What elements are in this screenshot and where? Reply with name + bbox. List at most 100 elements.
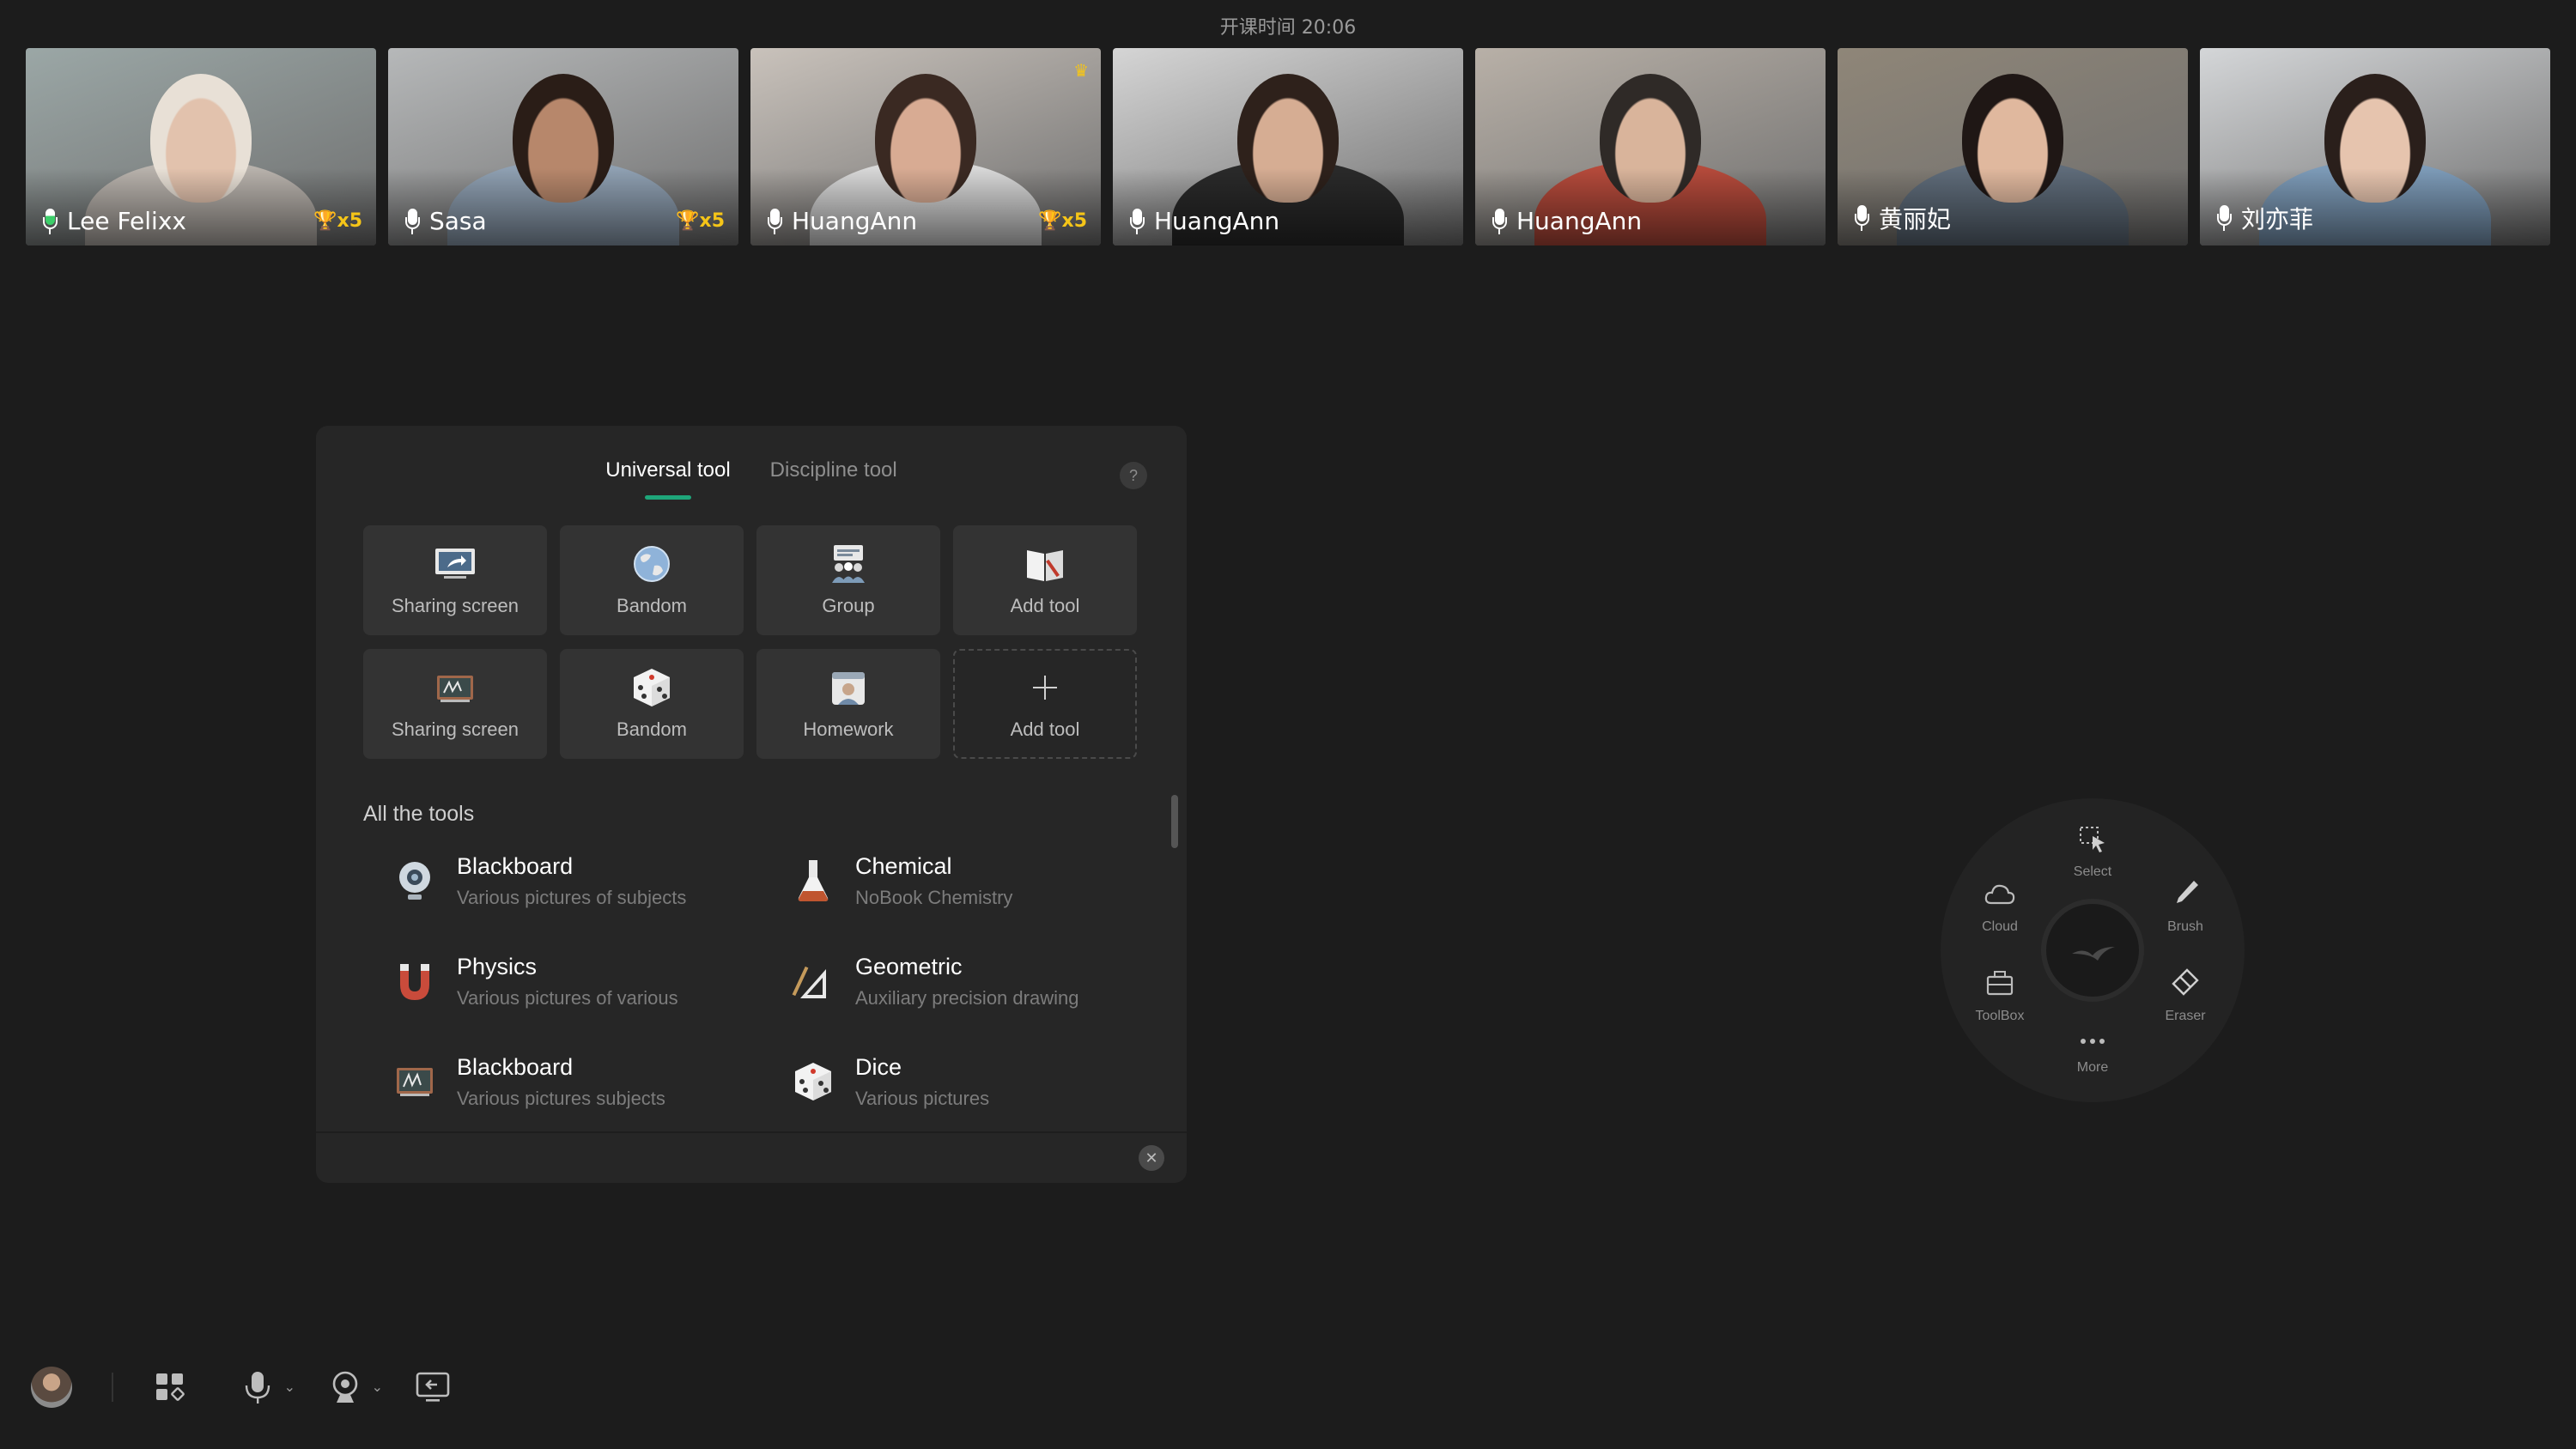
help-button[interactable]: ? xyxy=(1120,462,1147,489)
tool-title: Blackboard xyxy=(457,853,574,879)
more-label: More xyxy=(2076,1060,2109,1075)
participant-tile[interactable]: HuangAnn xyxy=(1113,48,1463,246)
tool-card-group[interactable]: Group xyxy=(756,525,940,635)
participant-tile[interactable]: 黄丽妃 xyxy=(1838,48,2188,246)
microphone-icon xyxy=(766,208,783,234)
geometry-icon xyxy=(792,966,826,998)
tool-card-homework[interactable]: Homework xyxy=(756,649,940,759)
chevron-down-icon[interactable]: ⌄ xyxy=(372,1379,383,1396)
swallow-logo-icon xyxy=(2072,947,2115,961)
tab-universal-tool[interactable]: Universal tool xyxy=(605,458,731,500)
participant-name-label: Lee Felixx xyxy=(67,207,186,235)
participant-tile[interactable]: HuangAnn xyxy=(1475,48,1826,246)
toolbar-divider xyxy=(112,1373,113,1402)
magnet-icon xyxy=(400,964,429,1000)
participant-name: 刘亦菲 xyxy=(2215,201,2313,235)
share-screen-button[interactable] xyxy=(414,1368,452,1406)
participant-name: Lee Felixx xyxy=(41,207,186,235)
scrollbar-thumb[interactable] xyxy=(1171,795,1178,848)
tool-subtitle: Auxiliary precision drawing xyxy=(855,987,1079,1009)
tool-item-blackboard[interactable]: Blackboard Various pictures of subjects xyxy=(393,853,792,954)
select-tool[interactable]: Select xyxy=(2054,822,2131,880)
microphone-icon xyxy=(2215,205,2233,231)
microphone-icon xyxy=(41,208,58,234)
card-label: Bandom xyxy=(617,595,687,616)
card-label: Bandom xyxy=(617,718,687,740)
dice-icon xyxy=(634,669,670,706)
camera-icon xyxy=(399,862,430,900)
toolbox-label: ToolBox xyxy=(1975,1009,2025,1023)
select-label: Select xyxy=(2073,864,2112,879)
bottom-toolbar: ⌄ ⌄ xyxy=(31,1367,501,1408)
tool-grid: Sharing screen Bandom Group Add tool Sha… xyxy=(363,525,1137,759)
camera-button[interactable]: ⌄ xyxy=(326,1368,383,1406)
trophy-badge: 🏆x5 xyxy=(313,210,362,232)
screen-share-icon xyxy=(416,1372,450,1402)
flask-icon xyxy=(798,860,829,901)
participant-name-label: HuangAnn xyxy=(792,207,918,235)
tool-tabs: Universal tool Discipline tool xyxy=(316,458,1187,500)
eraser-tool[interactable]: Eraser xyxy=(2147,967,2224,1024)
tool-card-bandom[interactable]: Bandom xyxy=(560,525,744,635)
add-tool-button[interactable]: Add tool xyxy=(953,649,1137,759)
participant-tile[interactable]: HuangAnn 🏆x5 ♛ xyxy=(750,48,1101,246)
tool-title: Blackboard xyxy=(457,1054,574,1080)
participant-name: HuangAnn xyxy=(766,207,917,235)
toolbox-icon xyxy=(1986,971,2014,996)
globe-icon xyxy=(634,546,670,582)
trophy-badge: 🏆x5 xyxy=(1038,210,1087,232)
brush-tool[interactable]: Brush xyxy=(2147,877,2224,935)
card-label: Sharing screen xyxy=(392,718,519,740)
tool-card-sharing-screen[interactable]: Sharing screen xyxy=(363,525,547,635)
group-icon xyxy=(832,545,865,583)
layout-button[interactable] xyxy=(151,1368,189,1406)
crown-icon: ♛ xyxy=(1073,62,1089,81)
tool-item-physics[interactable]: Physics Various pictures of various xyxy=(393,954,792,1054)
chevron-down-icon[interactable]: ⌄ xyxy=(284,1379,295,1396)
tool-title: Geometric xyxy=(855,954,963,979)
participant-name-label: 黄丽妃 xyxy=(1879,205,1952,233)
microphone-button[interactable]: ⌄ xyxy=(239,1368,295,1406)
plus-icon xyxy=(1033,676,1057,700)
tool-subtitle: Various pictures of subjects xyxy=(457,887,687,908)
tool-card-bandom-dice[interactable]: Bandom xyxy=(560,649,744,759)
participant-name: Sasa xyxy=(404,207,487,235)
more-tool[interactable]: More xyxy=(2054,1032,2131,1076)
radial-toolbox: Select Cloud Brush ToolBox Eraser More xyxy=(1941,798,2245,1102)
blackboard-icon xyxy=(397,1068,433,1096)
share-screen-icon xyxy=(435,549,475,579)
eraser-icon xyxy=(2172,968,2199,996)
blackboard-icon xyxy=(437,676,473,702)
all-tools-title: All the tools xyxy=(363,802,475,826)
card-label: Add tool xyxy=(1010,595,1080,616)
tool-card-add-tool-book[interactable]: Add tool xyxy=(953,525,1137,635)
tool-item-chemical[interactable]: Chemical NoBook Chemistry xyxy=(792,853,1135,954)
tool-subtitle: NoBook Chemistry xyxy=(855,887,1013,908)
dice-icon xyxy=(795,1063,831,1100)
microphone-icon xyxy=(245,1372,270,1404)
card-label: Sharing screen xyxy=(392,595,519,616)
participant-name-label: HuangAnn xyxy=(1154,207,1280,235)
close-panel-button[interactable]: ✕ xyxy=(1139,1145,1164,1171)
webcam-icon xyxy=(332,1371,358,1403)
microphone-icon xyxy=(1491,208,1508,234)
microphone-icon xyxy=(1853,205,1870,231)
tab-discipline-tool[interactable]: Discipline tool xyxy=(770,458,897,482)
cloud-tool[interactable]: Cloud xyxy=(1961,877,2038,935)
cloud-icon xyxy=(1984,884,2015,905)
session-time: 开课时间 20:06 xyxy=(1219,17,1357,39)
card-label: Homework xyxy=(803,718,894,740)
radial-center-logo[interactable] xyxy=(2041,899,2144,1002)
card-label: Add tool xyxy=(1010,718,1080,740)
participant-name-label: HuangAnn xyxy=(1516,207,1643,235)
participant-tile[interactable]: Sasa 🏆x5 xyxy=(388,48,738,246)
tool-item-geometric[interactable]: Geometric Auxiliary precision drawing xyxy=(792,954,1135,1054)
participant-tile[interactable]: Lee Felixx 🏆x5 xyxy=(26,48,376,246)
participant-tile[interactable]: 刘亦菲 xyxy=(2200,48,2550,246)
cloud-label: Cloud xyxy=(1982,919,2018,934)
toolbox-tool[interactable]: ToolBox xyxy=(1961,967,2038,1024)
grid-layout-icon xyxy=(156,1373,185,1401)
avatar[interactable] xyxy=(31,1367,72,1408)
tool-card-sharing-screen-2[interactable]: Sharing screen xyxy=(363,649,547,759)
card-label: Group xyxy=(822,595,875,616)
